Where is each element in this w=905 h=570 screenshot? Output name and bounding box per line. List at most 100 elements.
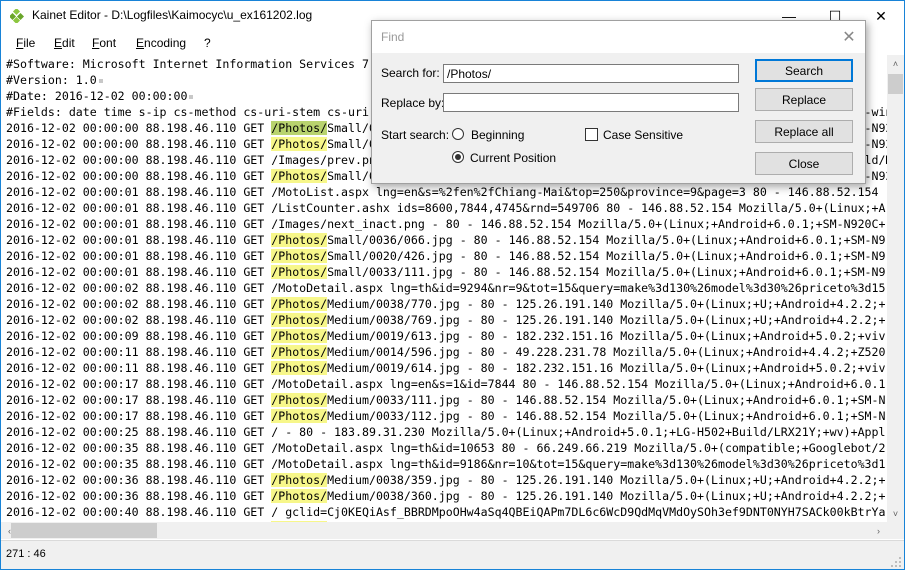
log-line: 2016-12-02 00:00:40 88.198.46.110 GET / …: [6, 504, 885, 520]
menu-encoding-accel: E: [136, 36, 145, 50]
log-line-text: Medium/0033/112.jpg - 80 - 146.88.52.154…: [327, 409, 886, 423]
search-match-highlight: /Photos/: [271, 249, 328, 263]
log-line-text: Medium/0038/359.jpg - 80 - 125.26.191.14…: [327, 473, 886, 487]
search-for-label: Search for:: [381, 66, 440, 80]
log-line-text: 2016-12-02 00:00:00 88.198.46.110 GET: [6, 169, 272, 183]
radio-current-position-label[interactable]: Current Position: [470, 151, 556, 165]
search-match-highlight: /Photos/: [271, 137, 328, 151]
log-line-text: 2016-12-02 00:00:17 88.198.46.110 GET: [6, 409, 272, 423]
menu-font-label: ont: [99, 36, 117, 50]
menu-edit-label: dit: [62, 36, 75, 50]
menu-font[interactable]: Font: [92, 36, 116, 50]
menu-file[interactable]: File: [16, 36, 35, 50]
menu-encoding[interactable]: Encoding: [136, 36, 186, 50]
log-line-text: Small/0033/111.jpg - 80 - 146.88.52.154 …: [327, 265, 886, 279]
log-line-text: Small/0036/066.jpg - 80 - 146.88.52.154 …: [327, 233, 886, 247]
search-input[interactable]: /Photos/: [443, 64, 739, 83]
log-line-text: 2016-12-02 00:00:36 88.198.46.110 GET: [6, 473, 272, 487]
log-line-text: 2016-12-02 00:00:35 88.198.46.110 GET /M…: [6, 457, 886, 471]
log-line-text: 2016-12-02 00:00:02 88.198.46.110 GET: [6, 313, 272, 327]
log-line-text: 2016-12-02 00:00:00 88.198.46.110 GET: [6, 137, 272, 151]
scrollbar-corner: [887, 522, 904, 539]
log-line: 2016-12-02 00:00:36 88.198.46.110 GET /P…: [6, 472, 886, 488]
log-line-text: #Date: 2016-12-02 00:00:00: [6, 89, 188, 103]
scroll-up-icon[interactable]: ˄: [887, 55, 904, 72]
close-icon: ✕: [875, 7, 887, 24]
case-sensitive-label[interactable]: Case Sensitive: [603, 128, 683, 142]
log-line-text: 2016-12-02 00:00:01 88.198.46.110 GET /L…: [6, 201, 886, 215]
vertical-scroll-thumb[interactable]: [888, 74, 903, 94]
log-line: 2016-12-02 00:00:09 88.198.46.110 GET /P…: [6, 328, 886, 344]
find-dialog-titlebar: Find ✕: [372, 21, 865, 53]
radio-beginning[interactable]: [452, 128, 464, 140]
log-line: #Date: 2016-12-02 00:00:00: [6, 88, 194, 104]
log-line-text: 2016-12-02 00:00:11 88.198.46.110 GET: [6, 345, 272, 359]
log-line: 2016-12-02 00:00:17 88.198.46.110 GET /P…: [6, 408, 886, 424]
log-line-text: Medium/0033/111.jpg - 80 - 146.88.52.154…: [327, 393, 886, 407]
replace-button[interactable]: Replace: [755, 88, 853, 111]
search-match-highlight: /Photos/: [271, 233, 328, 247]
log-line-text: 2016-12-02 00:00:02 88.198.46.110 GET: [6, 297, 272, 311]
find-dialog-close-button[interactable]: ✕: [839, 27, 859, 47]
case-sensitive-checkbox[interactable]: [585, 128, 598, 141]
search-match-highlight: /Photos/: [271, 329, 328, 343]
log-line: 2016-12-02 00:00:11 88.198.46.110 GET /P…: [6, 360, 886, 376]
search-match-highlight: /Photos/: [271, 361, 328, 375]
scroll-right-icon[interactable]: ›: [870, 522, 887, 539]
log-line-text: 2016-12-02 00:00:25 88.198.46.110 GET / …: [6, 425, 886, 439]
replace-all-button[interactable]: Replace all: [755, 120, 853, 143]
log-line: #Version: 1.0: [6, 72, 103, 88]
log-line-text: Small/0020/426.jpg - 80 - 146.88.52.154 …: [327, 249, 886, 263]
log-line: 2016-12-02 00:00:02 88.198.46.110 GET /P…: [6, 296, 886, 312]
log-line-text: 2016-12-02 00:00:35 88.198.46.110 GET /M…: [6, 441, 886, 455]
log-line-text: 2016-12-02 00:00:40 88.198.46.110 GET / …: [6, 505, 886, 519]
find-dialog-title: Find: [381, 30, 405, 44]
search-match-highlight: /Photos/: [271, 169, 328, 183]
log-line: 2016-12-02 00:00:17 88.198.46.110 GET /P…: [6, 392, 886, 408]
end-of-line-marker-icon: [98, 78, 103, 83]
log-line-text: Medium/0014/596.jpg - 80 - 49.228.231.78…: [327, 345, 886, 359]
menu-help[interactable]: ?: [204, 36, 211, 50]
radio-current-position[interactable]: [452, 151, 464, 163]
log-line-text: #Version: 1.0: [6, 73, 97, 87]
vertical-scrollbar[interactable]: ˄ ˅: [887, 55, 904, 522]
radio-beginning-label[interactable]: Beginning: [471, 128, 524, 142]
search-button[interactable]: Search: [755, 59, 853, 82]
log-line: 2016-12-02 00:00:02 88.198.46.110 GET /M…: [6, 280, 885, 296]
log-line: 2016-12-02 00:00:01 88.198.46.110 GET /I…: [6, 216, 885, 232]
search-match-highlight: /Photos/: [271, 393, 328, 407]
current-search-match: /Photos/: [271, 121, 328, 135]
log-line: 2016-12-02 00:00:01 88.198.46.110 GET /P…: [6, 264, 886, 280]
log-line: 2016-12-02 00:00:25 88.198.46.110 GET / …: [6, 424, 885, 440]
search-match-highlight: /Photos/: [271, 409, 328, 423]
resize-grip-icon[interactable]: [891, 557, 901, 567]
log-line-text: 2016-12-02 00:00:01 88.198.46.110 GET: [6, 233, 272, 247]
log-line-text: Medium/0038/360.jpg - 80 - 125.26.191.14…: [327, 489, 886, 503]
log-line-text: 2016-12-02 00:00:00 88.198.46.110 GET: [6, 121, 272, 135]
horizontal-scrollbar[interactable]: ‹ ›: [1, 522, 887, 539]
menu-file-label: ile: [23, 36, 36, 50]
log-line-text: 2016-12-02 00:00:36 88.198.46.110 GET: [6, 489, 272, 503]
scroll-down-icon[interactable]: ˅: [887, 505, 904, 522]
log-line: 2016-12-02 00:00:35 88.198.46.110 GET /M…: [6, 456, 885, 472]
cursor-position: 271 : 46: [6, 548, 46, 560]
log-line-text: 2016-12-02 00:00:11 88.198.46.110 GET: [6, 361, 272, 375]
end-of-line-marker-icon: [189, 94, 194, 99]
log-line-text: 2016-12-02 00:00:01 88.198.46.110 GET /M…: [6, 185, 879, 199]
log-line-text: Medium/0019/614.jpg - 80 - 182.232.151.1…: [327, 361, 886, 375]
log-line-text: 2016-12-02 00:00:01 88.198.46.110 GET: [6, 265, 272, 279]
horizontal-scroll-thumb[interactable]: [11, 523, 157, 538]
log-line-text: 2016-12-02 00:00:17 88.198.46.110 GET: [6, 393, 272, 407]
kainet-logo-icon: [10, 9, 24, 23]
search-match-highlight: /Photos/: [271, 313, 328, 327]
log-line: 2016-12-02 00:00:35 88.198.46.110 GET /M…: [6, 440, 885, 456]
menu-edit[interactable]: Edit: [54, 36, 75, 50]
menu-help-label: ?: [204, 36, 211, 50]
search-match-highlight: /Photos/: [271, 345, 328, 359]
log-line-text: 2016-12-02 00:00:02 88.198.46.110 GET /M…: [6, 281, 886, 295]
close-button[interactable]: Close: [755, 152, 853, 175]
log-line: 2016-12-02 00:00:17 88.198.46.110 GET /M…: [6, 376, 885, 392]
replace-input[interactable]: [443, 93, 739, 112]
log-line-text: 2016-12-02 00:00:17 88.198.46.110 GET /M…: [6, 377, 886, 391]
log-line-text: #Software: Microsoft Internet Informatio…: [6, 57, 383, 71]
